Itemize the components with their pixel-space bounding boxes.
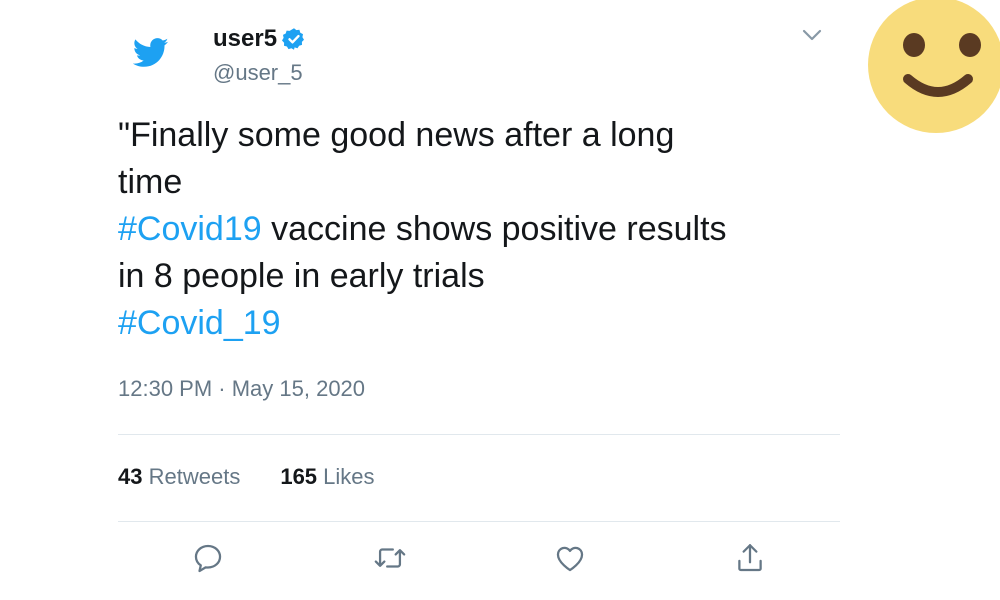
tweet-text: "Finally some good news after a long tim… xyxy=(118,112,838,347)
reply-icon xyxy=(191,541,225,580)
divider xyxy=(118,521,840,522)
retweets-count: 43 xyxy=(118,464,143,489)
verified-badge-icon xyxy=(282,27,306,51)
smiley-emoji-icon xyxy=(866,0,1000,135)
tweet-text-line: #Covid_19 xyxy=(118,300,838,347)
tweet-text-line: #Covid19 vaccine shows positive results xyxy=(118,206,838,253)
like-button[interactable] xyxy=(550,540,590,580)
chevron-down-icon[interactable] xyxy=(799,25,825,45)
likes-stat[interactable]: 165 Likes xyxy=(280,464,374,490)
retweets-stat[interactable]: 43 Retweets xyxy=(118,464,240,490)
tweet-text-line: time xyxy=(118,163,183,201)
hashtag-covid19-link[interactable]: #Covid19 xyxy=(118,210,262,248)
tweet-text-line: in 8 people in early trials xyxy=(118,257,485,295)
retweet-icon xyxy=(373,541,407,580)
share-button[interactable] xyxy=(730,540,770,580)
share-icon xyxy=(733,541,767,580)
likes-count: 165 xyxy=(280,464,318,489)
twitter-bird-icon xyxy=(132,38,169,68)
tweet-text-fragment: vaccine shows positive results xyxy=(261,210,727,248)
tweet-text-line: "Finally some good news after a long xyxy=(118,116,675,154)
author-handle[interactable]: @user_5 xyxy=(213,60,303,86)
tweet-timestamp[interactable]: 12:30 PM · May 15, 2020 xyxy=(118,376,365,402)
tweet-stats: 43 Retweets 165 Likes xyxy=(118,464,415,490)
author-display-name[interactable]: user5 xyxy=(213,25,277,53)
retweet-button[interactable] xyxy=(370,540,410,580)
divider xyxy=(118,434,840,435)
retweets-label: Retweets xyxy=(148,464,241,489)
heart-icon xyxy=(553,541,587,580)
likes-label: Likes xyxy=(323,464,375,489)
hashtag-covid-19-link[interactable]: #Covid_19 xyxy=(118,304,281,342)
reply-button[interactable] xyxy=(188,540,228,580)
author-name-row[interactable]: user5 xyxy=(213,22,306,56)
